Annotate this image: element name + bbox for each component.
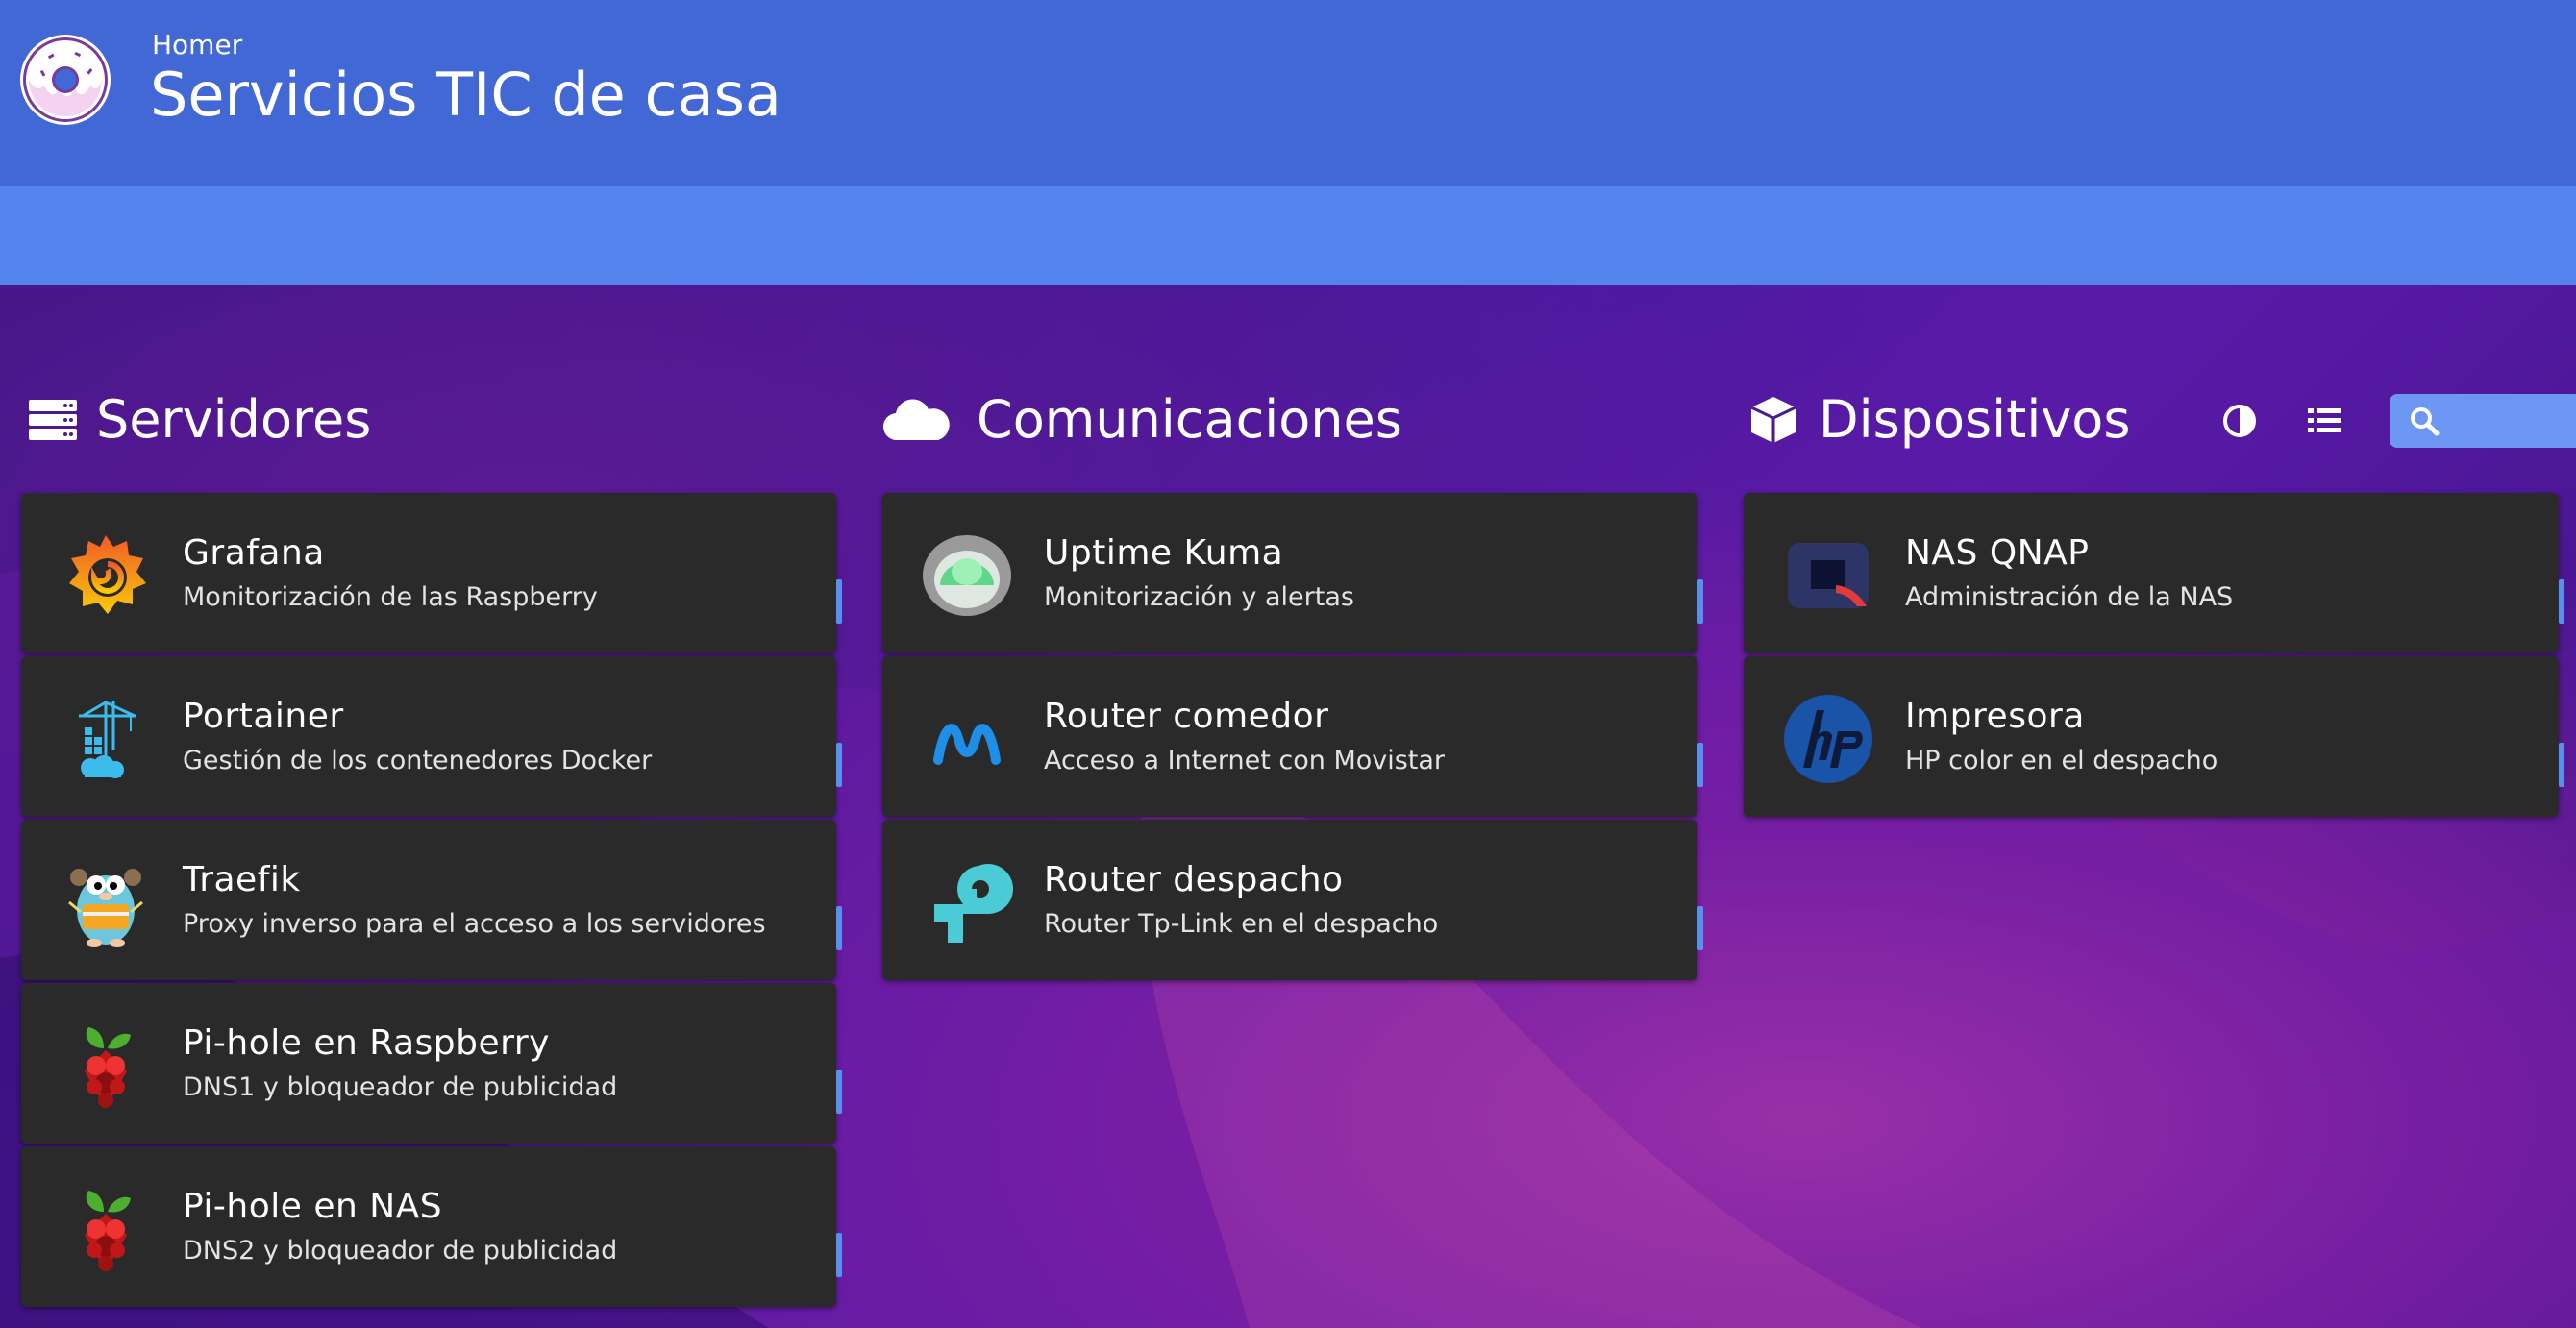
service-name: Grafana xyxy=(183,533,325,573)
navbar xyxy=(0,186,2576,448)
card-accent xyxy=(836,743,842,787)
service-card-router-despacho[interactable]: Router despacho Router Tp-Link en el des… xyxy=(882,820,1703,980)
grafana-icon xyxy=(60,529,152,622)
service-name: Router comedor xyxy=(1044,697,1329,736)
service-card-impresora[interactable]: Impresora HP color en el despacho xyxy=(1744,656,2564,817)
service-subtitle: Acceso a Internet con Movistar xyxy=(1044,746,1446,775)
card-accent xyxy=(836,1233,842,1277)
cloud-icon xyxy=(882,394,950,446)
service-card-nas-qnap[interactable]: NAS QNAP Administración de la NAS xyxy=(1744,493,2564,653)
card-accent xyxy=(2559,579,2564,624)
group-comunicaciones: Comunicaciones Uptime Kuma Monitorizació… xyxy=(882,365,1703,980)
card-accent xyxy=(2559,743,2564,787)
service-subtitle: DNS2 y bloqueador de publicidad xyxy=(183,1236,618,1266)
service-card-traefik[interactable]: Traefik Proxy inverso para el acceso a l… xyxy=(21,820,842,980)
service-subtitle: DNS1 y bloqueador de publicidad xyxy=(183,1072,618,1102)
uptime-kuma-icon xyxy=(921,529,1013,622)
card-accent xyxy=(836,579,842,624)
group-dispositivos: Dispositivos NAS QNAP Administración de … xyxy=(1744,365,2564,817)
card-accent xyxy=(1697,743,1703,787)
service-subtitle: Monitorización y alertas xyxy=(1044,582,1354,612)
server-icon xyxy=(27,394,79,446)
service-card-uptime-kuma[interactable]: Uptime Kuma Monitorización y alertas xyxy=(882,493,1703,653)
page-title: Servicios TIC de casa xyxy=(150,60,781,130)
service-name: Uptime Kuma xyxy=(1044,533,1284,573)
portainer-icon xyxy=(60,693,152,785)
service-list: Uptime Kuma Monitorización y alertas Rou… xyxy=(882,493,1703,983)
pihole-icon xyxy=(60,1183,152,1275)
group-title: Comunicaciones xyxy=(977,389,1402,450)
service-subtitle: Gestión de los contenedores Docker xyxy=(183,746,653,775)
service-name: Traefik xyxy=(183,860,301,899)
donut-logo-icon xyxy=(19,34,111,126)
service-name: NAS QNAP xyxy=(1905,533,2090,573)
service-card-grafana[interactable]: Grafana Monitorización de las Raspberry xyxy=(21,493,842,653)
service-name: Impresora xyxy=(1905,697,2085,736)
service-list: NAS QNAP Administración de la NAS Impres… xyxy=(1744,493,2564,820)
service-card-pihole-raspberry[interactable]: Pi-hole en Raspberry DNS1 y bloqueador d… xyxy=(21,983,842,1144)
qnap-icon xyxy=(1782,529,1874,622)
card-accent xyxy=(836,906,842,950)
service-name: Router despacho xyxy=(1044,860,1344,899)
service-subtitle: Administración de la NAS xyxy=(1905,582,2234,612)
hp-icon xyxy=(1782,693,1874,785)
service-card-portainer[interactable]: Portainer Gestión de los contenedores Do… xyxy=(21,656,842,817)
service-card-pihole-nas[interactable]: Pi-hole en NAS DNS2 y bloqueador de publ… xyxy=(21,1146,842,1307)
group-title: Servidores xyxy=(96,389,372,450)
pihole-icon xyxy=(60,1020,152,1112)
group-title: Dispositivos xyxy=(1819,389,2131,450)
header-subtitle: Homer xyxy=(152,29,243,61)
service-subtitle: Proxy inverso para el acceso a los servi… xyxy=(183,909,766,939)
service-list: Grafana Monitorización de las Raspberry xyxy=(21,493,842,1310)
card-accent xyxy=(1697,579,1703,624)
tplink-icon xyxy=(921,856,1013,948)
service-subtitle: HP color en el despacho xyxy=(1905,746,2218,775)
service-card-router-comedor[interactable]: Router comedor Acceso a Internet con Mov… xyxy=(882,656,1703,817)
service-subtitle: Monitorización de las Raspberry xyxy=(183,582,598,612)
group-header: Servidores xyxy=(21,365,836,480)
service-name: Pi-hole en NAS xyxy=(183,1187,443,1226)
traefik-icon xyxy=(60,856,152,948)
group-servidores: Servidores Grafana Monitorización de las… xyxy=(21,365,842,1307)
service-subtitle: Router Tp-Link en el despacho xyxy=(1044,909,1439,939)
group-header: Dispositivos xyxy=(1744,365,2559,480)
service-name: Portainer xyxy=(183,697,344,736)
header: Homer Servicios TIC de casa xyxy=(0,0,2576,186)
card-accent xyxy=(836,1070,842,1114)
group-header: Comunicaciones xyxy=(882,365,1697,480)
cube-icon xyxy=(1747,394,1799,446)
service-name: Pi-hole en Raspberry xyxy=(183,1023,550,1063)
card-accent xyxy=(1697,906,1703,950)
movistar-icon xyxy=(921,693,1013,785)
